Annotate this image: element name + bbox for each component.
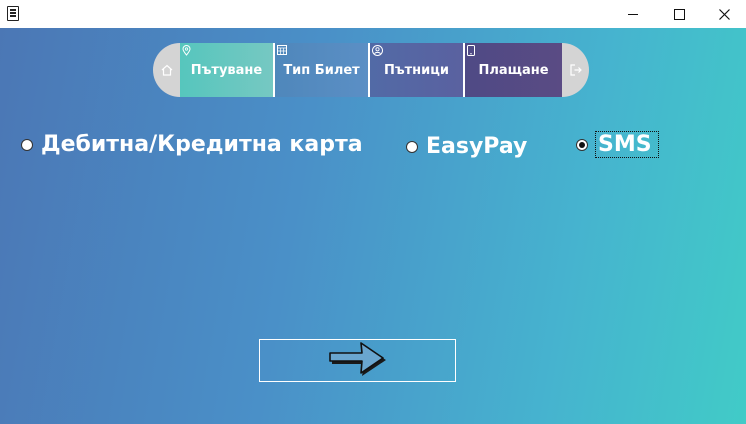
- tab-passengers[interactable]: Пътници: [370, 43, 465, 97]
- minimize-button[interactable]: [610, 0, 656, 28]
- minimize-icon: [628, 13, 638, 15]
- location-pin-icon: [182, 45, 191, 56]
- radio-button[interactable]: [406, 140, 418, 153]
- tab-label: Пътници: [383, 62, 450, 78]
- tab-travel[interactable]: Пътуване: [180, 43, 275, 97]
- home-icon: [161, 64, 172, 76]
- tab-label: Тип Билет: [283, 62, 360, 78]
- close-icon: [718, 8, 730, 20]
- tab-label: Плащане: [478, 62, 549, 78]
- tab-payment[interactable]: Плащане: [465, 43, 562, 97]
- payment-option-card[interactable]: Дебитна/Кредитна карта: [21, 132, 363, 157]
- maximize-icon: [673, 8, 685, 20]
- payment-option-easypay[interactable]: EasyPay: [406, 134, 527, 159]
- tab-ticket-type[interactable]: Тип Билет: [275, 43, 370, 97]
- title-bar: [0, 0, 746, 28]
- arrow-right-icon: [328, 341, 386, 376]
- step-navigation: Пътуване Тип Билет Пътници Плащане: [153, 43, 589, 97]
- tab-label: Пътуване: [190, 62, 263, 78]
- user-icon: [372, 45, 383, 56]
- close-button[interactable]: [701, 0, 746, 28]
- payment-option-sms[interactable]: SMS: [576, 131, 659, 158]
- exit-button[interactable]: [562, 43, 589, 97]
- main-area: Пътуване Тип Билет Пътници Плащане Дебит…: [0, 28, 746, 424]
- calendar-icon: [277, 45, 287, 55]
- radio-label: SMS: [595, 131, 659, 158]
- phone-icon: [467, 45, 475, 56]
- next-button[interactable]: [259, 339, 456, 382]
- home-button[interactable]: [153, 43, 180, 97]
- maximize-button[interactable]: [656, 0, 702, 28]
- radio-label: Дебитна/Кредитна карта: [41, 132, 363, 157]
- exit-icon: [569, 64, 582, 76]
- radio-label: EasyPay: [426, 134, 528, 159]
- radio-button-selected[interactable]: [576, 138, 588, 151]
- radio-button[interactable]: [21, 138, 33, 151]
- document-icon: [7, 6, 19, 21]
